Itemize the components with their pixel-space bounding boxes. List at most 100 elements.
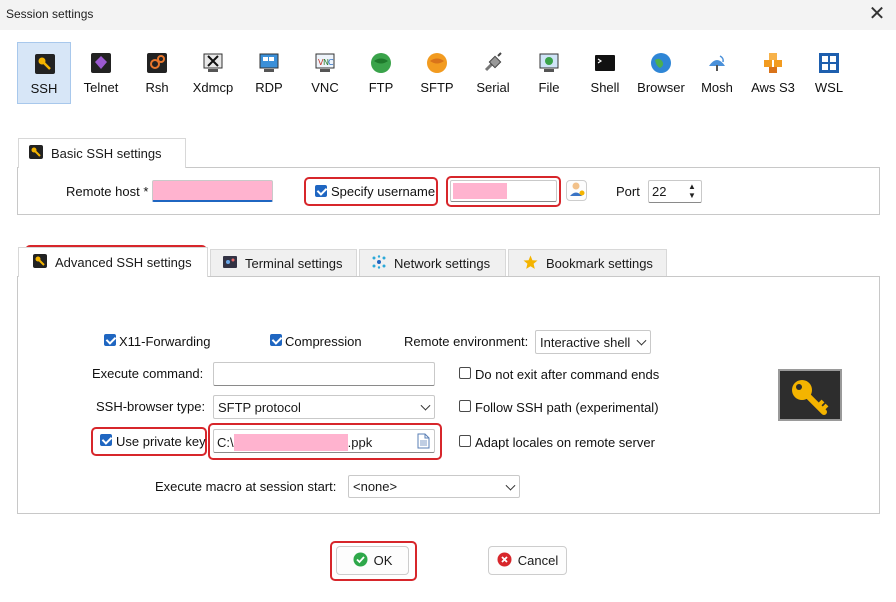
remote-environment-select[interactable]: Interactive shell: [535, 330, 651, 354]
session-type-label: Mosh: [701, 80, 733, 95]
tab-label: Terminal settings: [245, 256, 343, 271]
session-type-rsh[interactable]: Rsh: [130, 42, 184, 104]
file-browse-icon[interactable]: [417, 433, 430, 452]
session-type-shell[interactable]: Shell: [578, 42, 632, 104]
cancel-label: Cancel: [517, 553, 559, 568]
session-type-label: SSH: [30, 81, 58, 96]
key-icon: [29, 145, 43, 162]
chevron-down-icon: [505, 480, 516, 491]
session-type-label: RDP: [255, 80, 283, 95]
session-type-label: File: [538, 80, 560, 95]
execute-macro-select[interactable]: <none>: [348, 475, 520, 498]
compression-checkbox[interactable]: [270, 334, 282, 349]
session-type-file[interactable]: File: [522, 42, 576, 104]
user-manager-button[interactable]: [566, 180, 587, 201]
session-type-rdp[interactable]: RDP: [242, 42, 296, 104]
tab-label: Bookmark settings: [546, 256, 653, 271]
telnet-icon: [89, 51, 113, 75]
execute-macro-label: Execute macro at session start:: [155, 479, 337, 494]
cancel-icon: [497, 552, 512, 570]
session-type-telnet[interactable]: Telnet: [74, 42, 128, 104]
port-label: Port: [616, 184, 640, 199]
chevron-down-icon: [420, 400, 431, 411]
browser-icon: [649, 51, 673, 75]
port-spinner[interactable]: 22 ▲ ▼: [648, 180, 702, 203]
session-type-label: Aws S3: [751, 80, 795, 95]
ok-button[interactable]: OK: [336, 546, 409, 575]
key-icon: [33, 254, 47, 271]
ssh-browser-type-label: SSH-browser type:: [96, 399, 206, 414]
sftp-icon: [425, 51, 449, 75]
port-down-arrow[interactable]: ▼: [686, 191, 698, 200]
session-type-label: Shell: [590, 80, 620, 95]
session-type-xdmcp[interactable]: Xdmcp: [186, 42, 240, 104]
svg-text:C: C: [328, 58, 334, 67]
execute-command-input[interactable]: [213, 362, 435, 386]
session-type-label: SFTP: [420, 80, 454, 95]
specify-username-checkbox[interactable]: [315, 185, 327, 200]
tab-terminal-settings[interactable]: Terminal settings: [210, 249, 357, 277]
follow-ssh-path-label: Follow SSH path (experimental): [475, 400, 659, 415]
session-type-serial[interactable]: Serial: [466, 42, 520, 104]
session-type-label: Browser: [637, 80, 685, 95]
key-icon: [778, 369, 842, 421]
ssh-browser-type-value: SFTP protocol: [218, 399, 301, 415]
file-icon: [537, 51, 561, 75]
session-type-aws-s3[interactable]: Aws S3: [746, 42, 800, 104]
session-type-label: Xdmcp: [192, 80, 234, 95]
username-input[interactable]: [450, 180, 557, 202]
use-private-key-checkbox[interactable]: [100, 434, 112, 449]
session-type-label: Serial: [476, 80, 510, 95]
mosh-icon: [705, 51, 729, 75]
session-type-mosh[interactable]: Mosh: [690, 42, 744, 104]
xdmcp-icon: [201, 51, 225, 75]
remote-host-label: Remote host *: [66, 184, 149, 199]
adapt-locales-checkbox[interactable]: [459, 435, 471, 450]
rsh-icon: [145, 51, 169, 75]
network-icon: [372, 255, 386, 272]
session-type-ssh[interactable]: SSH: [17, 42, 71, 104]
ftp-icon: [369, 51, 393, 75]
remote-environment-label: Remote environment:: [404, 334, 529, 349]
close-icon: ✕: [868, 3, 886, 25]
x11-forwarding-checkbox[interactable]: [104, 334, 116, 349]
tab-bookmark-settings[interactable]: Bookmark settings: [508, 249, 667, 277]
session-type-label: FTP: [368, 80, 394, 95]
port-up-arrow[interactable]: ▲: [686, 182, 698, 191]
wsl-icon: [817, 51, 841, 75]
tab-label: Basic SSH settings: [51, 146, 162, 161]
tab-label: Network settings: [394, 256, 491, 271]
close-button[interactable]: ✕: [860, 2, 894, 28]
session-type-label: Telnet: [83, 80, 119, 95]
specify-username-label: Specify username: [331, 184, 436, 199]
tab-basic-ssh-settings[interactable]: Basic SSH settings: [18, 138, 186, 168]
tab-network-settings[interactable]: Network settings: [359, 249, 506, 277]
ssh-browser-type-select[interactable]: SFTP protocol: [213, 395, 435, 419]
user-icon: [569, 181, 585, 200]
use-private-key-label: Use private key: [116, 434, 206, 449]
terminal-icon: [223, 255, 237, 272]
shell-icon: [593, 51, 617, 75]
adapt-locales-label: Adapt locales on remote server: [475, 435, 655, 450]
rdp-icon: [257, 51, 281, 75]
session-type-vnc[interactable]: VNC VNC: [298, 42, 352, 104]
ok-label: OK: [373, 553, 393, 568]
cancel-button[interactable]: Cancel: [488, 546, 567, 575]
title-bar: [0, 0, 896, 30]
session-type-browser[interactable]: Browser: [634, 42, 688, 104]
follow-ssh-path-checkbox[interactable]: [459, 400, 471, 415]
execute-macro-value: <none>: [353, 479, 398, 494]
session-type-ftp[interactable]: FTP: [354, 42, 408, 104]
do-not-exit-label: Do not exit after command ends: [475, 367, 660, 382]
tab-advanced-ssh-settings[interactable]: Advanced SSH settings: [18, 247, 208, 277]
session-type-label: VNC: [311, 80, 339, 95]
remote-environment-value: Interactive shell: [540, 334, 631, 350]
star-icon: [523, 255, 538, 273]
remote-host-input[interactable]: [152, 180, 273, 202]
session-type-sftp[interactable]: SFTP: [410, 42, 464, 104]
do-not-exit-checkbox[interactable]: [459, 367, 471, 382]
compression-label: Compression: [285, 334, 362, 349]
private-key-path-input[interactable]: C:\ .ppk: [213, 429, 435, 453]
check-icon: [353, 552, 368, 570]
session-type-wsl[interactable]: WSL: [802, 42, 856, 104]
